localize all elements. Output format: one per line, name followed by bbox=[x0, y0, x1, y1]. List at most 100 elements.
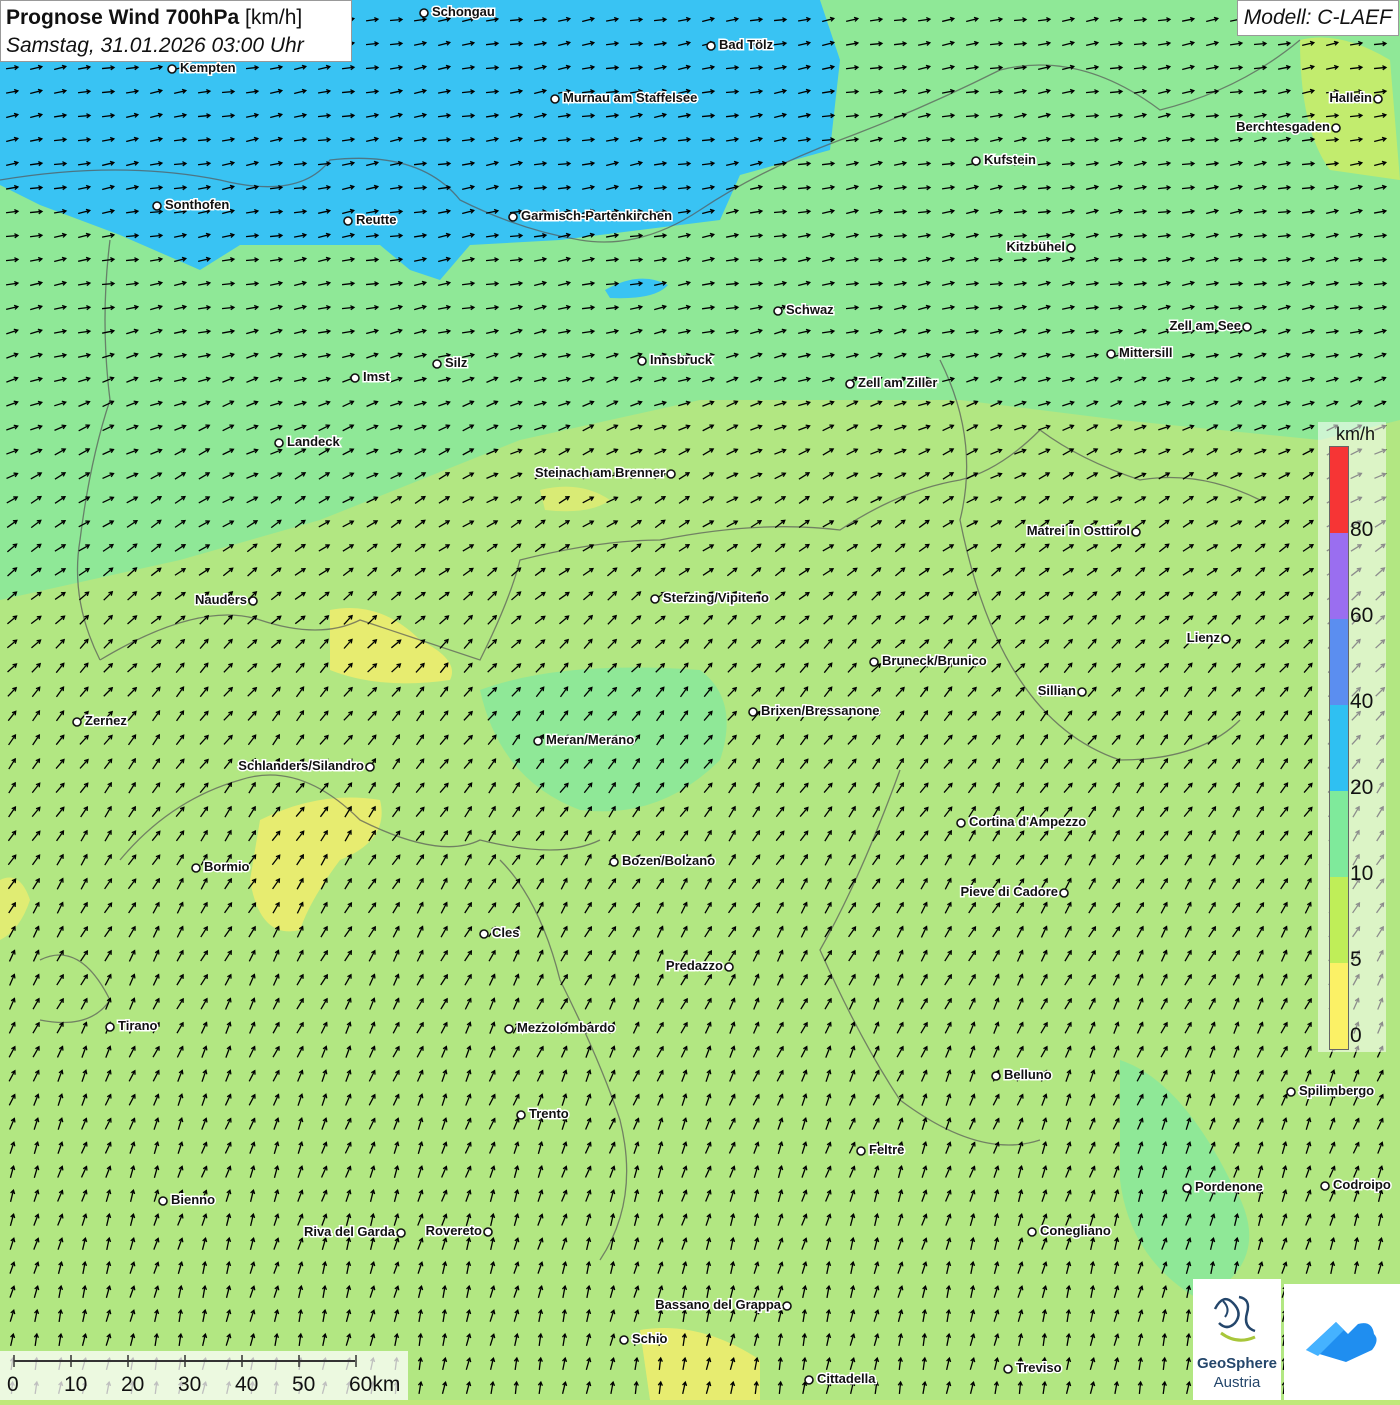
legend-segment bbox=[1330, 877, 1348, 963]
legend-segment bbox=[1330, 533, 1348, 619]
city-label: Conegliano bbox=[1040, 1223, 1111, 1238]
city-label: Reutte bbox=[356, 212, 396, 227]
city-label: Schongau bbox=[432, 4, 495, 19]
city-label: Bormio bbox=[204, 859, 250, 874]
city-label: Belluno bbox=[1004, 1067, 1052, 1082]
city-marker: Kitzbühel bbox=[1007, 239, 1076, 254]
scale-label: 50 bbox=[292, 1373, 315, 1397]
city-marker: Steinach am Brenner bbox=[535, 465, 675, 480]
wind-map: Schongau Bad Tölz Kempten Murnau am Staffel… bbox=[0, 0, 1400, 1400]
legend-tick-label: 10 bbox=[1350, 862, 1373, 886]
legend-tick-label: 0 bbox=[1350, 1024, 1362, 1048]
city-marker: Schongau bbox=[420, 4, 495, 19]
city-dot bbox=[749, 708, 757, 716]
city-label: Tirano bbox=[118, 1018, 158, 1033]
legend-tick-label: 80 bbox=[1350, 518, 1373, 542]
city-label: Zernez bbox=[85, 713, 127, 728]
city-label: Bad Tölz bbox=[719, 37, 774, 52]
map-title: Prognose Wind 700hPa bbox=[6, 6, 239, 29]
city-label: Rovereto bbox=[426, 1223, 482, 1238]
weather-app-logo bbox=[1284, 1284, 1400, 1400]
geosphere-icon bbox=[1193, 1279, 1281, 1355]
legend-tick-label: 40 bbox=[1350, 690, 1373, 714]
city-label: Steinach am Brenner bbox=[535, 465, 665, 480]
city-dot bbox=[153, 202, 161, 210]
city-label: Nauders bbox=[195, 592, 247, 607]
city-marker: Matrei in Osttirol bbox=[1027, 523, 1140, 538]
city-label: Pieve di Cadore bbox=[960, 884, 1058, 899]
city-dot bbox=[1028, 1228, 1036, 1236]
city-marker: Meran/Merano bbox=[534, 732, 634, 747]
city-marker: Garmisch-Partenkirchen bbox=[509, 208, 672, 223]
city-dot bbox=[857, 1147, 865, 1155]
city-dot bbox=[106, 1023, 114, 1031]
legend-tick-label: 5 bbox=[1350, 948, 1362, 972]
city-dot bbox=[517, 1111, 525, 1119]
city-dot bbox=[275, 439, 283, 447]
legend-tick-label: 60 bbox=[1350, 604, 1373, 628]
city-label: Imst bbox=[363, 369, 390, 384]
city-dot bbox=[505, 1025, 513, 1033]
legend-segment bbox=[1330, 447, 1348, 533]
city-dot bbox=[707, 42, 715, 50]
city-dot bbox=[1078, 688, 1086, 696]
city-marker: Zell am Ziller bbox=[846, 375, 937, 390]
city-label: Cles bbox=[492, 925, 519, 940]
city-marker: Sonthofen bbox=[153, 197, 229, 212]
city-dot bbox=[620, 1336, 628, 1344]
scale-label: 40 bbox=[235, 1373, 258, 1397]
scale-label: 20 bbox=[121, 1373, 144, 1397]
city-dot bbox=[774, 307, 782, 315]
city-marker: Conegliano bbox=[1028, 1223, 1111, 1238]
city-label: Hallein bbox=[1329, 90, 1372, 105]
city-label: Predazzo bbox=[666, 958, 723, 973]
city-label: Trento bbox=[529, 1106, 569, 1121]
city-dot bbox=[192, 864, 200, 872]
city-label: Treviso bbox=[1016, 1360, 1062, 1375]
city-label: Bozen/Bolzano bbox=[622, 853, 715, 868]
city-marker: Pordenone bbox=[1183, 1179, 1263, 1194]
city-dot bbox=[1067, 244, 1075, 252]
city-label: Murnau am Staffelsee bbox=[563, 90, 697, 105]
city-dot bbox=[957, 819, 965, 827]
color-legend: km/h 806040201050 bbox=[1318, 422, 1386, 1052]
city-marker: Pieve di Cadore bbox=[960, 884, 1068, 899]
geosphere-text-1: GeoSphere bbox=[1193, 1355, 1281, 1372]
city-label: Kempten bbox=[180, 60, 236, 75]
city-dot bbox=[783, 1302, 791, 1310]
city-dot bbox=[972, 157, 980, 165]
geosphere-logo: GeoSphere Austria bbox=[1193, 1279, 1281, 1400]
city-dot bbox=[1243, 323, 1251, 331]
city-dot bbox=[725, 963, 733, 971]
city-dot bbox=[1004, 1365, 1012, 1373]
city-dot bbox=[870, 658, 878, 666]
city-dot bbox=[344, 217, 352, 225]
city-dot bbox=[1060, 889, 1068, 897]
city-dot bbox=[480, 930, 488, 938]
city-marker: Innsbruck bbox=[638, 352, 713, 367]
legend-segment bbox=[1330, 963, 1348, 1049]
city-label: Spilimbergo bbox=[1299, 1083, 1374, 1098]
city-label: Sillian bbox=[1038, 683, 1076, 698]
city-label: Zell am Ziller bbox=[858, 375, 937, 390]
city-dot bbox=[667, 470, 675, 478]
city-dot bbox=[484, 1228, 492, 1236]
city-marker: Spilimbergo bbox=[1287, 1083, 1374, 1098]
city-marker: Berchtesgaden bbox=[1236, 119, 1340, 134]
map-title-box: Prognose Wind 700hPa [km/h] Samstag, 31.… bbox=[0, 0, 352, 62]
city-label: Schio bbox=[632, 1331, 667, 1346]
city-marker: Mezzolombardo bbox=[505, 1020, 615, 1035]
city-dot bbox=[397, 1229, 405, 1237]
cloud-arrow-icon bbox=[1284, 1284, 1400, 1400]
city-label: Cittadella bbox=[817, 1371, 876, 1386]
city-dot bbox=[1132, 528, 1140, 536]
city-label: Brixen/Bressanone bbox=[761, 703, 880, 718]
city-dot bbox=[168, 65, 176, 73]
city-marker: Murnau am Staffelsee bbox=[551, 90, 697, 105]
city-label: Feltre bbox=[869, 1142, 904, 1157]
city-dot bbox=[420, 9, 428, 17]
city-label: Schlanders/Silandro bbox=[238, 758, 364, 773]
city-dot bbox=[433, 360, 441, 368]
city-dot bbox=[551, 95, 559, 103]
legend-colorbar bbox=[1329, 446, 1349, 1050]
